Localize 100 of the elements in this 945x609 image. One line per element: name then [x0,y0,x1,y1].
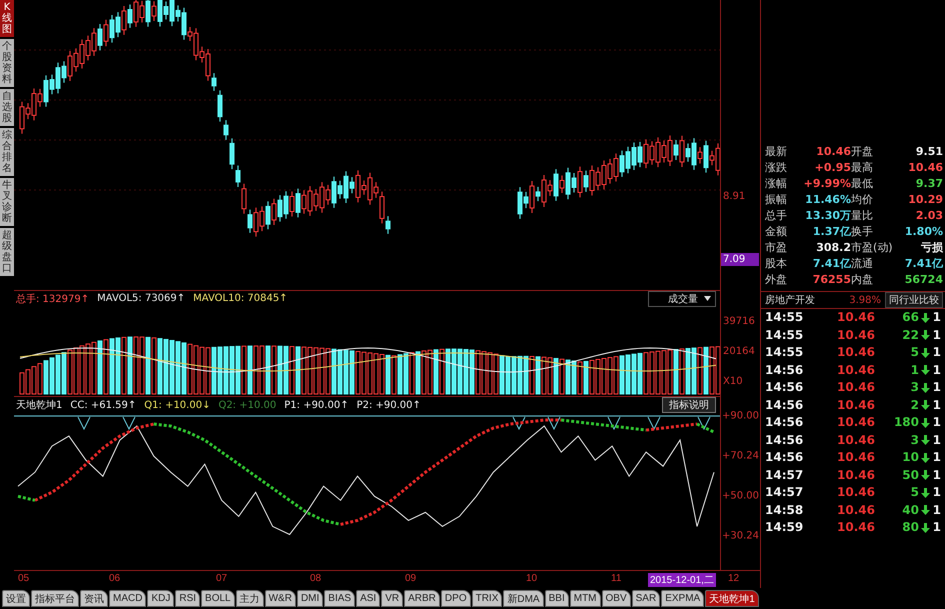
trade-price: 10.46 [836,519,875,536]
indicator-value: Q2: +10.00 [218,400,276,410]
indicator-help-button[interactable]: 指标说明 [662,397,716,413]
indicator-tab[interactable]: 新DMA [503,590,544,607]
quote-value: 7.41亿 [812,256,851,272]
trade-count: 1 [932,502,941,518]
quote-label: 市盈 [765,240,788,256]
price-axis-label: 8.91 [722,190,746,203]
indicator-tab[interactable]: BBI [544,590,569,607]
quote-label: 股本 [765,256,788,272]
trade-count: 1 [932,344,941,361]
trade-count: 1 [932,466,941,484]
down-arrow-icon [921,418,930,428]
quote-value: 56724 [904,272,943,288]
trade-volume: 80 [901,519,919,536]
price-axis-label: 7.09 [721,253,759,266]
indicator-tab[interactable]: RSI [175,590,200,607]
quote-value: 亏损 [920,240,943,256]
trade-price: 10.46 [836,326,875,344]
trade-count: 1 [932,326,941,344]
down-arrow-icon [921,365,930,376]
down-arrow-icon [921,330,930,340]
indicator-tab[interactable]: MTM [570,590,601,607]
trade-time: 14:56 [765,432,804,448]
trade-price: 10.46 [836,449,875,466]
volume-axis-label: 39716 [722,314,756,328]
sidebar-tab[interactable]: 综合排名 [0,128,14,176]
sidebar-tab[interactable]: K线图 [0,0,14,37]
sidebar-tab[interactable]: 个股资料 [0,39,14,87]
quote-value: 2.03 [914,208,943,224]
indicator-value: CC: +61.59↑ [70,400,136,410]
indicator-tab[interactable]: 资讯 [80,590,108,607]
indicator-tab[interactable]: TRIX [472,590,502,607]
indicator-tab[interactable]: 设置 [2,590,30,607]
date-axis-label: 2015-12-01,二 [648,573,716,587]
trade-price: 10.46 [836,484,875,501]
down-arrow-icon [921,382,930,393]
quote-value: 1.37亿 [812,224,851,240]
indicator-tab[interactable]: SAR [632,590,660,607]
quote-label: 开盘 [851,144,874,160]
quote-value: 76255 [812,272,851,288]
trade-volume: 180 [892,414,919,431]
indicator-tab[interactable]: KDJ [147,590,174,607]
quote-label: 市盈(动) [851,240,894,256]
indicator-tab[interactable]: DPO [440,590,471,607]
indicator-tab[interactable]: DMI [296,590,324,607]
trade-time: 14:56 [765,414,804,431]
trade-time: 14:56 [765,449,804,466]
down-arrow-icon [921,470,930,480]
trade-count: 1 [932,379,941,396]
indicator-tab[interactable]: W&R [264,590,296,607]
trade-volume: 1 [910,362,919,378]
trade-price: 10.46 [836,502,875,518]
trade-price: 10.46 [836,362,875,378]
date-axis-label: 12 [727,573,740,584]
quote-value: 10.46 [815,144,851,160]
indicator-tab[interactable]: BIAS [324,590,356,607]
industry-compare-button[interactable]: 同行业比较 [885,292,943,308]
quote-value: +0.95 [814,160,851,176]
volume-stat: 总手: 132979↑ [16,292,90,306]
indicator-tab[interactable]: 指标平台 [31,590,79,607]
sidebar-tab[interactable]: 自选股 [0,89,14,126]
down-arrow-icon [921,348,930,358]
quote-label: 涨幅 [765,176,788,192]
volume-axis-label: X10 [722,374,744,388]
date-axis-label: 05 [17,573,30,584]
quote-value: +9.99% [802,176,851,192]
sidebar-tab[interactable]: 牛叉诊断 [0,178,14,226]
indicator-tab[interactable]: BOLL [201,590,235,607]
trade-volume: 22 [901,326,919,344]
quote-label: 最新 [765,144,788,160]
down-arrow-icon [921,505,930,516]
trade-volume: 40 [901,502,919,518]
quote-label: 均价 [851,192,874,208]
trade-time: 14:55 [765,326,804,344]
trade-count: 1 [932,414,941,431]
trade-count: 1 [932,432,941,448]
date-axis-label: 07 [215,573,228,584]
date-axis-label: 06 [108,573,122,584]
trade-time: 14:56 [765,396,804,414]
indicator-tab[interactable]: ARBR [404,590,440,607]
indicator-tab[interactable]: 主力 [236,590,264,607]
trade-volume: 66 [901,309,919,326]
sector-name: 房地产开发 [765,294,815,307]
indicator-value: P1: +90.00↑ [284,400,349,410]
trade-price: 10.46 [836,466,875,484]
indicator-tab[interactable]: ASI [356,590,380,607]
indicator-axis-label: +50.00 [722,490,760,502]
quote-value: 7.41亿 [904,256,943,272]
trade-time: 14:57 [765,466,804,484]
indicator-tab[interactable]: 天地乾坤1 [705,590,759,607]
indicator-tab[interactable]: MACD [109,590,146,607]
quote-label: 流通 [851,256,874,272]
caret-icon [704,296,711,301]
indicator-tab[interactable]: OBV [602,590,631,607]
quote-label: 总手 [765,208,788,224]
sidebar-tab[interactable]: 超级盘口 [0,228,14,276]
indicator-tab[interactable]: EXPMA [661,590,704,607]
volume-dropdown[interactable]: 成交量 [648,290,716,306]
indicator-tab[interactable]: VR [381,590,404,607]
